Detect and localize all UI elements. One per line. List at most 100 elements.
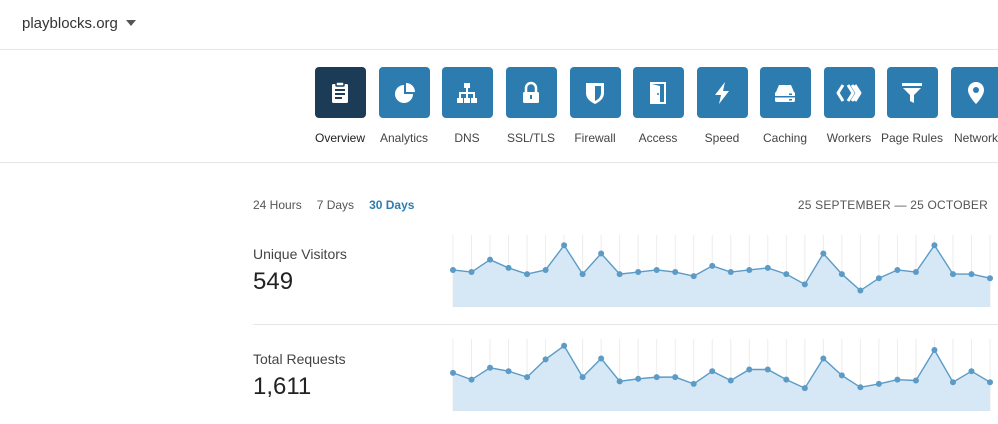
data-point (468, 269, 475, 276)
data-point (801, 281, 808, 288)
app-label: Overview (314, 131, 365, 145)
app-workers[interactable]: Workers (819, 67, 879, 145)
data-point (672, 374, 679, 381)
data-point (450, 266, 456, 273)
data-point (838, 372, 845, 379)
app-label: Workers (826, 131, 872, 145)
data-point (487, 364, 494, 371)
lock-icon (505, 67, 557, 118)
data-point (987, 275, 993, 282)
data-point (487, 256, 494, 263)
app-caching[interactable]: Caching (755, 67, 815, 145)
data-point (746, 366, 753, 373)
data-point (579, 271, 586, 278)
app-access[interactable]: Access (628, 67, 688, 145)
data-point (875, 275, 882, 282)
data-point (820, 355, 827, 362)
data-point (838, 271, 845, 278)
data-point (598, 250, 605, 257)
data-point (764, 264, 771, 271)
data-point (968, 368, 975, 375)
date-range-label: 25 SEPTEMBER — 25 OCTOBER (797, 198, 988, 212)
data-point (653, 374, 660, 381)
app-navigation: Overview Analytics DNS SSL/TLS Firewall … (0, 51, 998, 163)
app-label: DNS (454, 131, 480, 145)
total-requests-chart (450, 339, 993, 411)
data-point (505, 264, 512, 271)
app-label: Network (953, 131, 998, 145)
network-tree-icon (441, 67, 493, 118)
data-point (912, 377, 919, 384)
time-range-tabs: 24 Hours 7 Days 30 Days (253, 198, 414, 212)
data-point (875, 380, 882, 387)
data-point (764, 366, 771, 373)
data-point (579, 374, 586, 381)
app-label: Firewall (574, 131, 616, 145)
funnel-icon (886, 67, 938, 118)
app-page-rules[interactable]: Page Rules (880, 67, 944, 145)
data-point (635, 269, 642, 276)
data-point (450, 369, 456, 376)
data-point (598, 355, 605, 362)
data-point (542, 266, 549, 273)
data-point (949, 271, 956, 278)
app-analytics[interactable]: Analytics (374, 67, 434, 145)
domain-name: playblocks.org (22, 14, 118, 32)
pie-chart-icon (378, 67, 430, 118)
app-label: Access (638, 131, 678, 145)
data-point (672, 269, 679, 276)
range-tab-30-days[interactable]: 30 Days (369, 198, 414, 212)
app-ssl-tls[interactable]: SSL/TLS (501, 67, 561, 145)
data-point (635, 375, 642, 382)
app-speed[interactable]: Speed (692, 67, 752, 145)
data-point (931, 242, 938, 249)
server-icon (759, 67, 811, 118)
data-point (783, 376, 790, 383)
unique-visitors-label: Unique Visitors (253, 246, 347, 262)
shield-icon (569, 67, 621, 118)
top-bar: playblocks.org (0, 0, 998, 50)
area-fill (453, 345, 990, 411)
app-label: Speed (704, 131, 740, 145)
range-tab-24-hours[interactable]: 24 Hours (253, 198, 302, 212)
unique-visitors-chart (450, 235, 993, 307)
data-point (524, 374, 531, 381)
app-network[interactable]: Network (946, 67, 998, 145)
door-icon (632, 67, 684, 118)
app-overview[interactable]: Overview (310, 67, 370, 145)
data-point (894, 266, 901, 273)
total-requests-label: Total Requests (253, 351, 346, 367)
data-point (968, 271, 975, 278)
app-firewall[interactable]: Firewall (565, 67, 625, 145)
data-point (931, 347, 938, 354)
data-point (820, 250, 827, 257)
data-point (616, 271, 623, 278)
data-point (894, 376, 901, 383)
data-point (709, 368, 716, 375)
data-point (542, 356, 549, 363)
data-point (616, 378, 623, 385)
range-tab-7-days[interactable]: 7 Days (317, 198, 354, 212)
data-point (690, 380, 697, 387)
data-point (783, 271, 790, 278)
data-point (561, 242, 568, 249)
app-label: Analytics (379, 131, 429, 145)
app-label: Page Rules (880, 131, 944, 145)
app-dns[interactable]: DNS (437, 67, 497, 145)
data-point (690, 273, 697, 280)
data-point (709, 262, 716, 269)
data-point (857, 287, 864, 294)
data-point (987, 379, 993, 386)
data-point (653, 266, 660, 273)
data-point (801, 385, 808, 392)
clipboard-icon (314, 67, 366, 118)
data-point (727, 269, 734, 276)
data-point (727, 377, 734, 384)
domain-selector[interactable]: playblocks.org (22, 12, 136, 34)
workers-icon (823, 67, 875, 118)
data-point (949, 379, 956, 386)
data-point (857, 384, 864, 391)
section-divider (253, 324, 998, 325)
data-point (468, 376, 475, 383)
total-requests-value: 1,611 (253, 373, 312, 400)
